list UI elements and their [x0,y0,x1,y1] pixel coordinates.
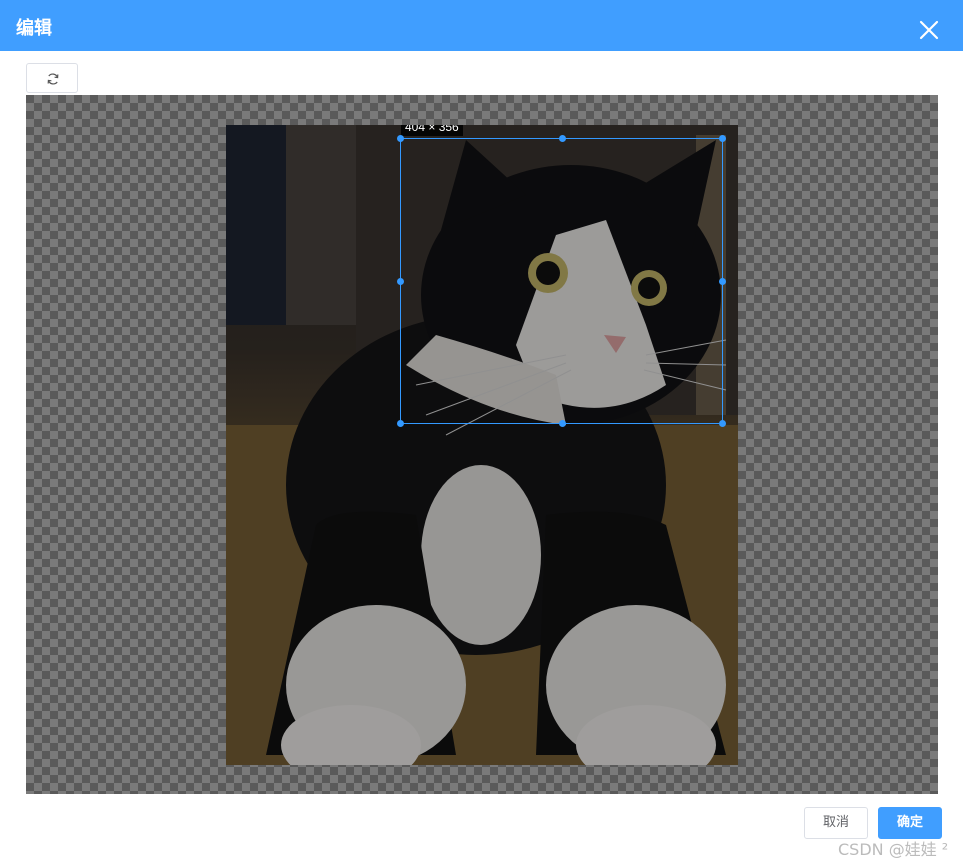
close-icon[interactable] [917,18,941,42]
handle-bottom[interactable] [559,420,566,427]
cat-photo: 404 × 356 [226,125,738,765]
handle-right[interactable] [719,278,726,285]
refresh-icon [47,73,59,85]
confirm-button[interactable]: 确定 [878,807,942,839]
cancel-button[interactable]: 取消 [804,807,868,839]
crop-selection[interactable]: 404 × 356 [397,125,726,427]
dialog-header: 编辑 [0,0,963,51]
handle-bottom-right[interactable] [719,420,726,427]
crop-canvas[interactable]: 404 × 356 [26,95,938,794]
watermark: CSDN @娃娃 ² [838,840,949,859]
reset-button[interactable] [26,63,78,93]
handle-top-right[interactable] [719,135,726,142]
handle-bottom-left[interactable] [397,420,404,427]
crop-size-label: 404 × 356 [401,125,463,136]
handle-top-left[interactable] [397,135,404,142]
handle-top[interactable] [559,135,566,142]
dialog-title: 编辑 [16,18,52,39]
edit-dialog: 编辑 404 × 356 取消 确定 CSDN @娃娃 ² [0,0,963,864]
handle-left[interactable] [397,278,404,285]
